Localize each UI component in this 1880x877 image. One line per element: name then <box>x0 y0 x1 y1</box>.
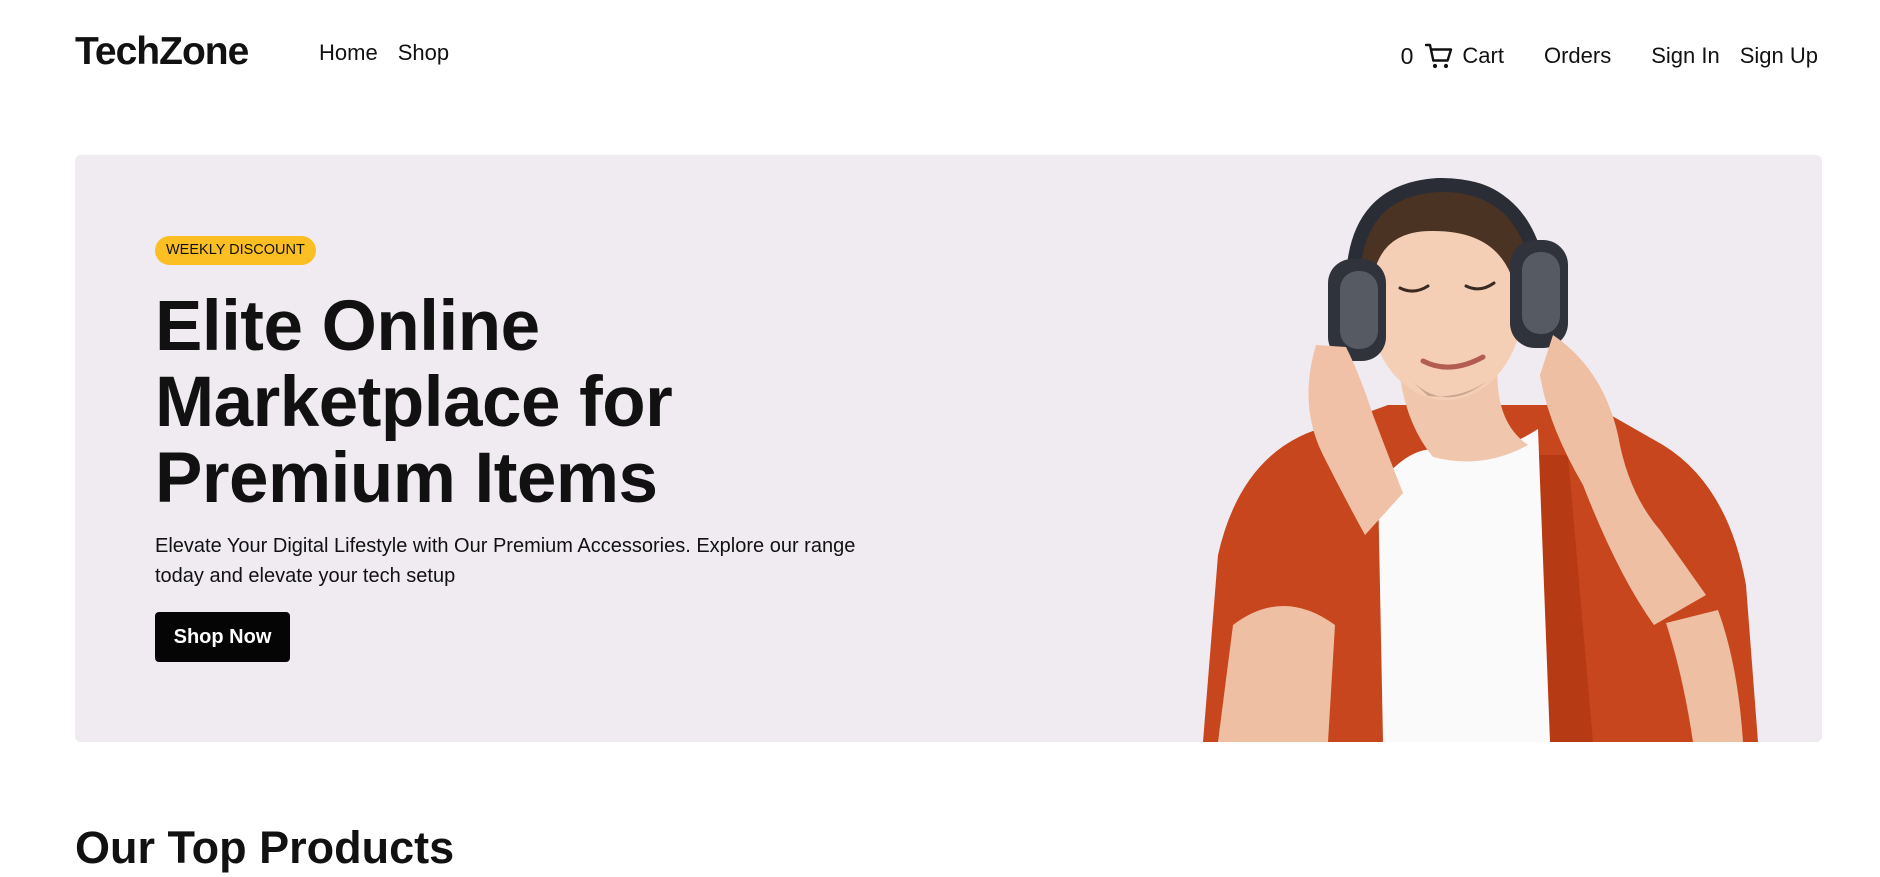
cart-count: 0 <box>1400 42 1414 69</box>
account-nav: 0 Cart Orders Sign In Sign Up <box>1401 40 1818 72</box>
cart-label: Cart <box>1462 43 1504 68</box>
weekly-discount-badge: WEEKLY DISCOUNT <box>155 236 316 265</box>
primary-nav: Home Shop <box>319 40 449 66</box>
top-products-title: Our Top Products <box>75 822 455 873</box>
top-navigation: TechZone Home Shop 0 Cart Orders Sign In… <box>0 0 1880 108</box>
brand-logo[interactable]: TechZone <box>75 30 249 74</box>
page: TechZone Home Shop 0 Cart Orders Sign In… <box>0 0 1880 877</box>
hero-banner: WEEKLY DISCOUNT Elite Online Marketplace… <box>75 155 1822 742</box>
nav-shop-link[interactable]: Shop <box>398 40 449 66</box>
shop-now-button[interactable]: Shop Now <box>155 612 290 662</box>
cart-link[interactable]: Cart <box>1423 40 1544 72</box>
hero-subtext: Elevate Your Digital Lifestyle with Our … <box>155 535 856 587</box>
sign-in-link[interactable]: Sign In <box>1651 43 1720 69</box>
nav-home-link[interactable]: Home <box>319 40 378 66</box>
sign-up-link[interactable]: Sign Up <box>1740 43 1818 69</box>
hero-headline: Elite Online Marketplace for Premium Ite… <box>155 287 673 518</box>
shopping-cart-icon <box>1425 43 1453 69</box>
orders-link[interactable]: Orders <box>1544 43 1611 69</box>
man-with-headphones-image <box>1203 177 1758 742</box>
